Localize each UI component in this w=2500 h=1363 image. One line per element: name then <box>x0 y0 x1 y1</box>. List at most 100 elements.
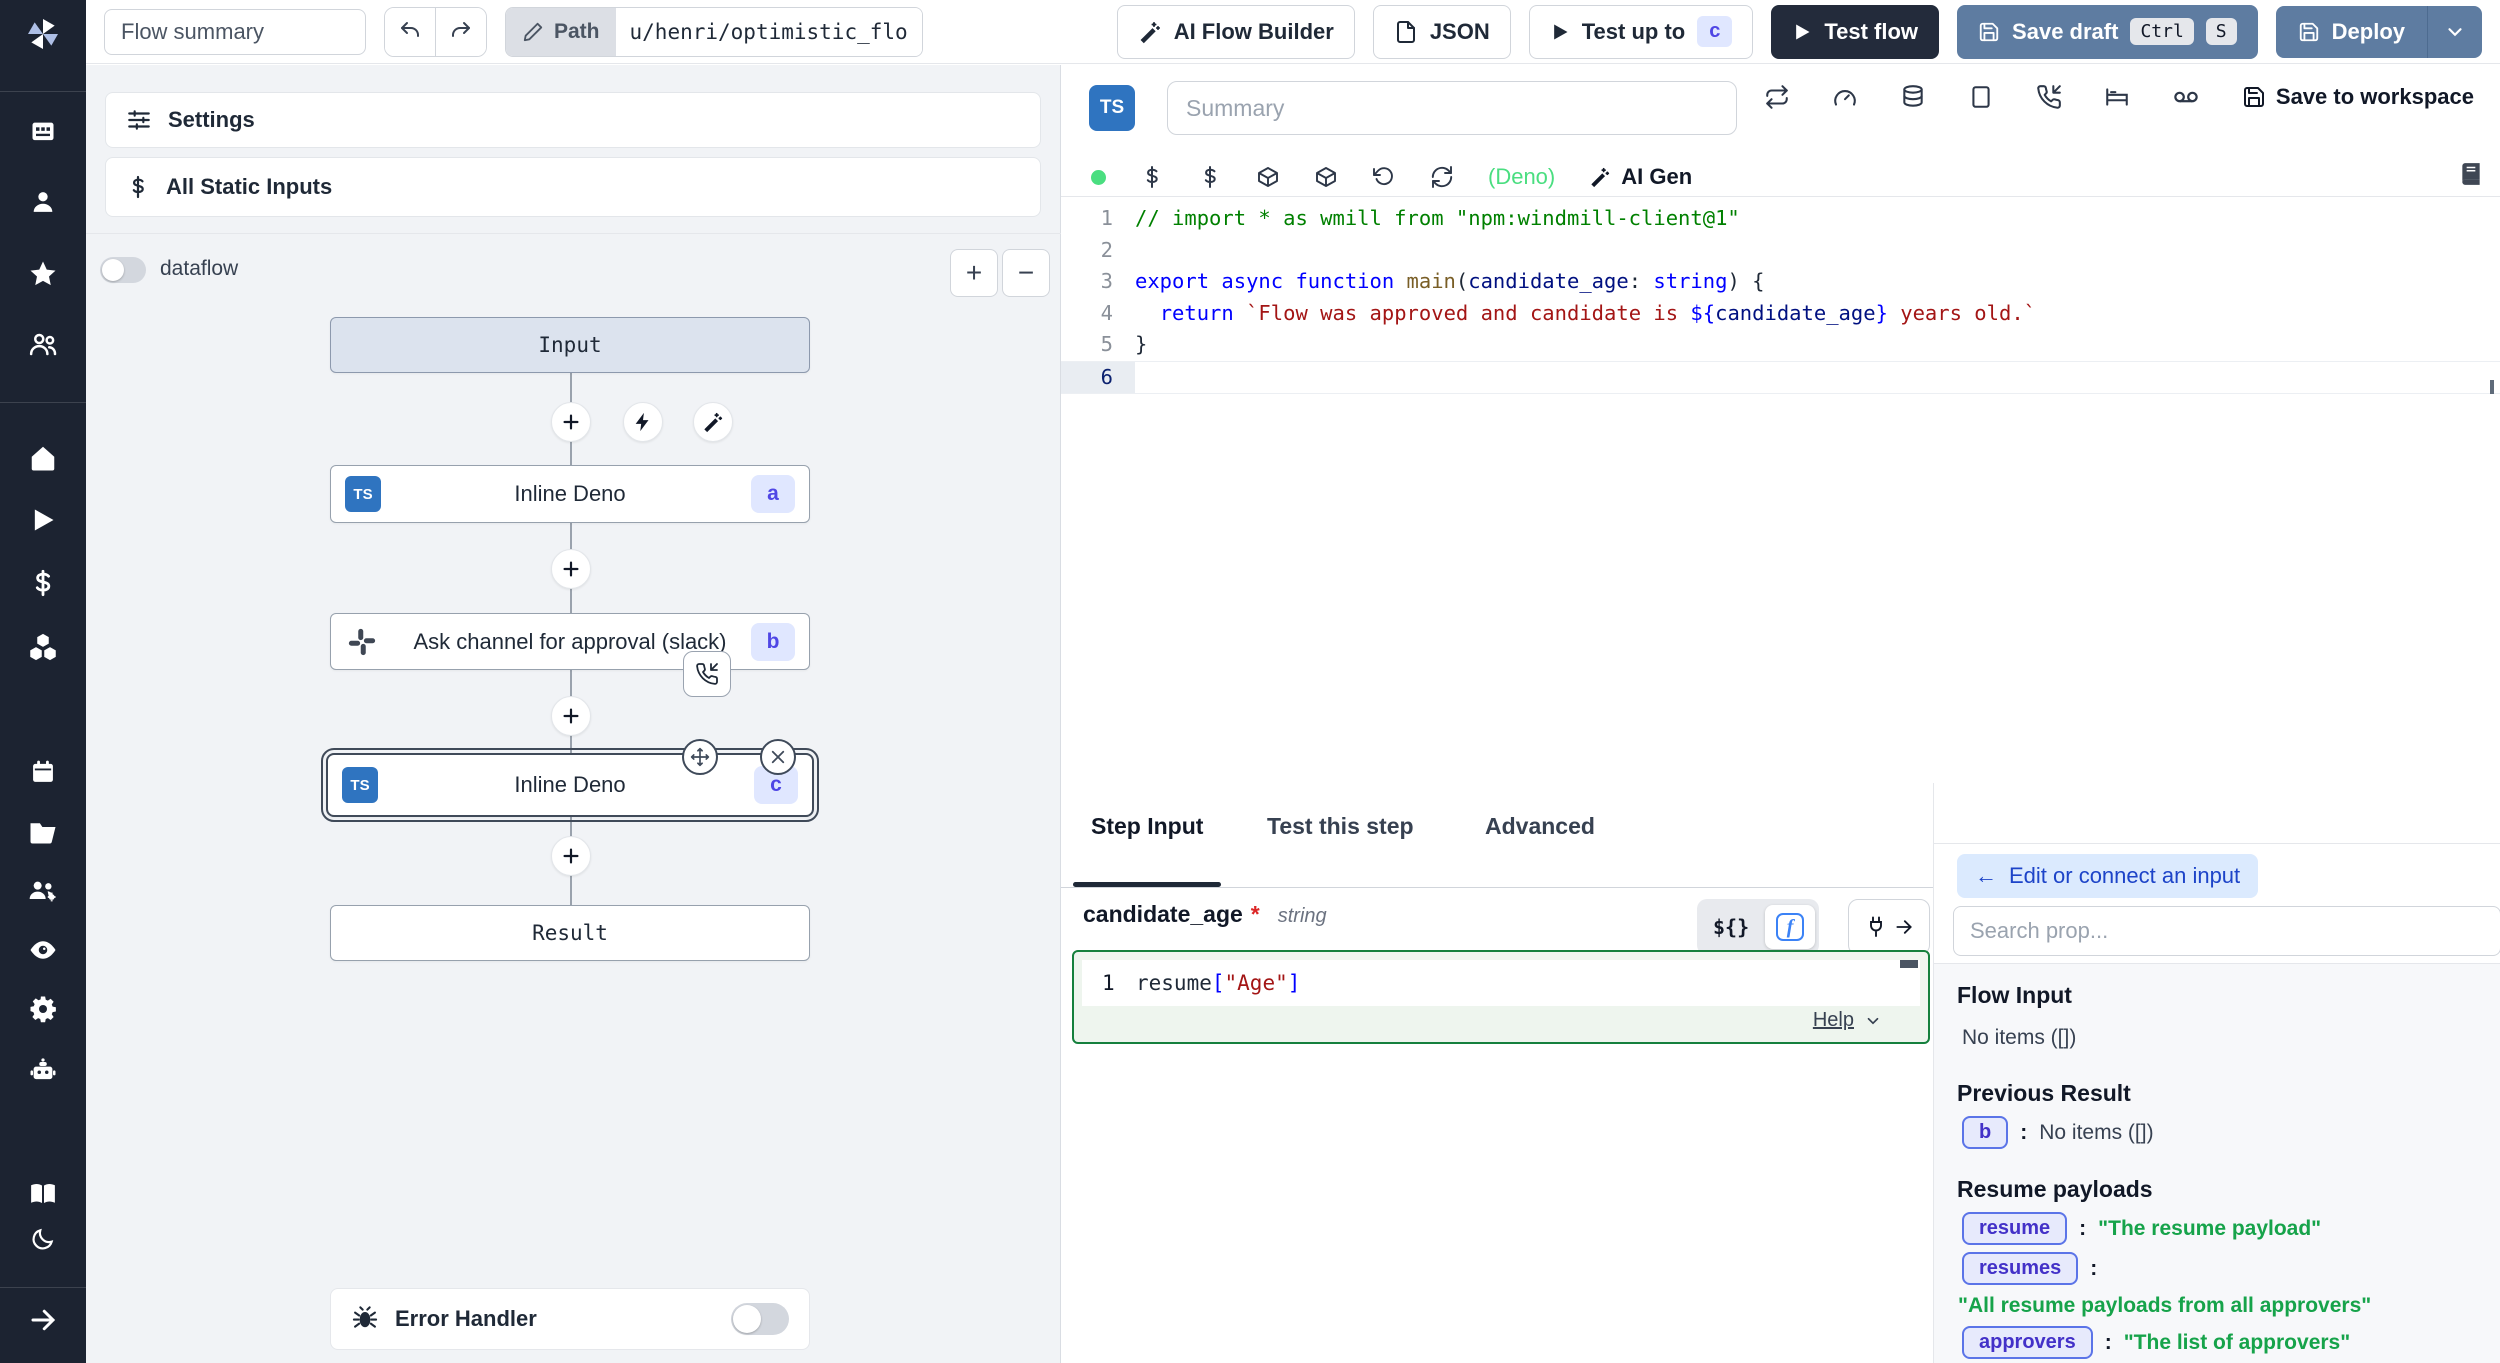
rail-divider <box>0 402 86 403</box>
groups-icon[interactable] <box>0 871 86 911</box>
dollar-icon[interactable] <box>0 563 86 603</box>
variables-icon[interactable] <box>1198 165 1222 189</box>
home-icon[interactable] <box>0 438 86 478</box>
robot-icon[interactable] <box>0 1051 86 1091</box>
users-icon[interactable] <box>0 324 86 364</box>
move-node-button[interactable] <box>682 739 718 775</box>
step-summary-input[interactable] <box>1167 81 1737 135</box>
code-line[interactable]: 1// import * as wmill from "npm:windmill… <box>1061 203 2500 235</box>
edit-or-connect-button[interactable]: ← Edit or connect an input <box>1957 854 2258 898</box>
ai-flow-builder-button[interactable]: AI Flow Builder <box>1117 5 1355 59</box>
json-button[interactable]: JSON <box>1373 5 1511 59</box>
reset-icon[interactable] <box>1372 165 1396 189</box>
add-step-button[interactable] <box>551 549 591 589</box>
gear-icon[interactable] <box>0 989 86 1029</box>
function-icon: f <box>1776 913 1804 941</box>
folder-icon[interactable] <box>0 812 86 852</box>
step-node-c-selected[interactable]: TS Inline Deno c <box>326 753 814 817</box>
tab-step-input[interactable]: Step Input <box>1091 813 1203 840</box>
code-line[interactable]: 6 <box>1061 361 2500 395</box>
connect-input-button[interactable] <box>1848 899 1930 955</box>
retry-icon[interactable] <box>1764 84 1790 110</box>
flow-summary-input[interactable] <box>104 9 366 55</box>
code-line[interactable]: 5} <box>1061 329 2500 361</box>
expand-rail-icon[interactable] <box>0 1300 86 1340</box>
deploy-more-button[interactable] <box>2427 6 2482 58</box>
prop-badge-resume[interactable]: resume <box>1962 1212 2067 1245</box>
blocks-icon[interactable] <box>0 627 86 667</box>
code-line[interactable]: 3export async function main(candidate_ag… <box>1061 266 2500 298</box>
add-step-button[interactable] <box>551 402 591 442</box>
code-editor[interactable]: 1// import * as wmill from "npm:windmill… <box>1061 203 2500 394</box>
save-to-workspace-button[interactable]: Save to workspace <box>2242 84 2474 110</box>
code-line[interactable]: 2 <box>1061 235 2500 267</box>
tab-test-this-step[interactable]: Test this step <box>1267 813 1414 840</box>
apps-icon[interactable] <box>0 112 86 152</box>
template-mode-option[interactable]: ${} <box>1701 915 1761 939</box>
add-step-button[interactable] <box>551 836 591 876</box>
mock-icon[interactable] <box>1968 84 1994 110</box>
error-handler-node[interactable]: Error Handler <box>330 1288 810 1350</box>
calendar-icon[interactable] <box>0 752 86 792</box>
suspend-approval-icon <box>683 651 731 697</box>
shared-dir-icon[interactable] <box>2172 83 2200 111</box>
save-draft-button[interactable]: Save draft Ctrl S <box>1957 5 2258 59</box>
add-step-button[interactable] <box>551 696 591 736</box>
windmill-logo[interactable] <box>0 10 86 58</box>
help-link[interactable]: Help <box>1813 1009 1882 1032</box>
javascript-mode-option[interactable]: f <box>1765 905 1815 949</box>
error-handler-toggle[interactable] <box>731 1303 789 1335</box>
ai-gen-button[interactable]: AI Gen <box>1589 164 1692 190</box>
star-icon[interactable] <box>0 254 86 294</box>
deploy-button[interactable]: Deploy <box>2276 6 2427 58</box>
add-trigger-button[interactable] <box>623 402 663 442</box>
timeout-gauge-icon[interactable] <box>1832 84 1858 110</box>
play-icon[interactable] <box>0 500 86 540</box>
assistant-status-dot <box>1091 170 1106 185</box>
code-line[interactable]: 4 return `Flow was approved and candidat… <box>1061 298 2500 330</box>
save-icon <box>2298 21 2320 43</box>
step-node-b[interactable]: Ask channel for approval (slack) b <box>330 613 810 670</box>
eye-icon[interactable] <box>0 930 86 970</box>
test-flow-button[interactable]: Test flow <box>1771 5 1939 59</box>
settings-card[interactable]: Settings <box>105 92 1041 148</box>
tab-advanced[interactable]: Advanced <box>1485 813 1595 840</box>
ai-add-button[interactable] <box>693 402 733 442</box>
test-up-to-button[interactable]: Test up to c <box>1529 5 1754 59</box>
path-value-input[interactable]: u/henri/optimistic_flo <box>616 8 922 56</box>
rail-divider <box>0 91 86 92</box>
expression-line[interactable]: 1 resume["Age"] <box>1082 960 1920 1006</box>
result-node[interactable]: Result <box>330 905 810 961</box>
prop-badge-b[interactable]: b <box>1962 1116 2008 1149</box>
reload-language-icon[interactable] <box>1430 165 1454 189</box>
user-icon[interactable] <box>0 182 86 222</box>
zoom-out-button[interactable]: − <box>1002 249 1050 297</box>
delete-node-button[interactable] <box>760 739 796 775</box>
dataflow-toggle[interactable] <box>100 257 146 283</box>
resource-type-icon[interactable] <box>1314 165 1338 189</box>
suspend-icon[interactable] <box>2036 84 2062 110</box>
prop-badge-approvers[interactable]: approvers <box>1962 1326 2093 1359</box>
all-static-inputs-card[interactable]: All Static Inputs <box>105 157 1041 217</box>
input-expression-editor[interactable]: 1 resume["Age"] Help <box>1072 950 1930 1044</box>
resource-icon[interactable] <box>1256 165 1280 189</box>
docs-icon[interactable] <box>0 1174 86 1214</box>
connect-input-sidebar: ← Edit or connect an input Flow Input No… <box>1933 783 2500 1363</box>
static-inputs-icon[interactable] <box>1140 165 1164 189</box>
search-prop-input[interactable] <box>1953 906 2500 956</box>
sleep-icon[interactable] <box>2104 84 2130 110</box>
divider <box>1934 843 2500 844</box>
prop-badge-resumes[interactable]: resumes <box>1962 1252 2078 1285</box>
sliders-icon <box>126 107 152 133</box>
undo-button[interactable] <box>385 8 435 56</box>
undo-redo-group <box>384 7 487 57</box>
redo-button[interactable] <box>435 8 486 56</box>
pencil-icon <box>522 21 544 43</box>
input-node[interactable]: Input <box>330 317 810 373</box>
plus-icon <box>560 705 582 727</box>
zoom-in-button[interactable]: + <box>950 249 998 297</box>
step-node-a[interactable]: TS Inline Deno a <box>330 465 810 523</box>
library-icon[interactable] <box>2458 161 2484 187</box>
cache-icon[interactable] <box>1900 84 1926 110</box>
dark-mode-icon[interactable] <box>0 1219 86 1259</box>
